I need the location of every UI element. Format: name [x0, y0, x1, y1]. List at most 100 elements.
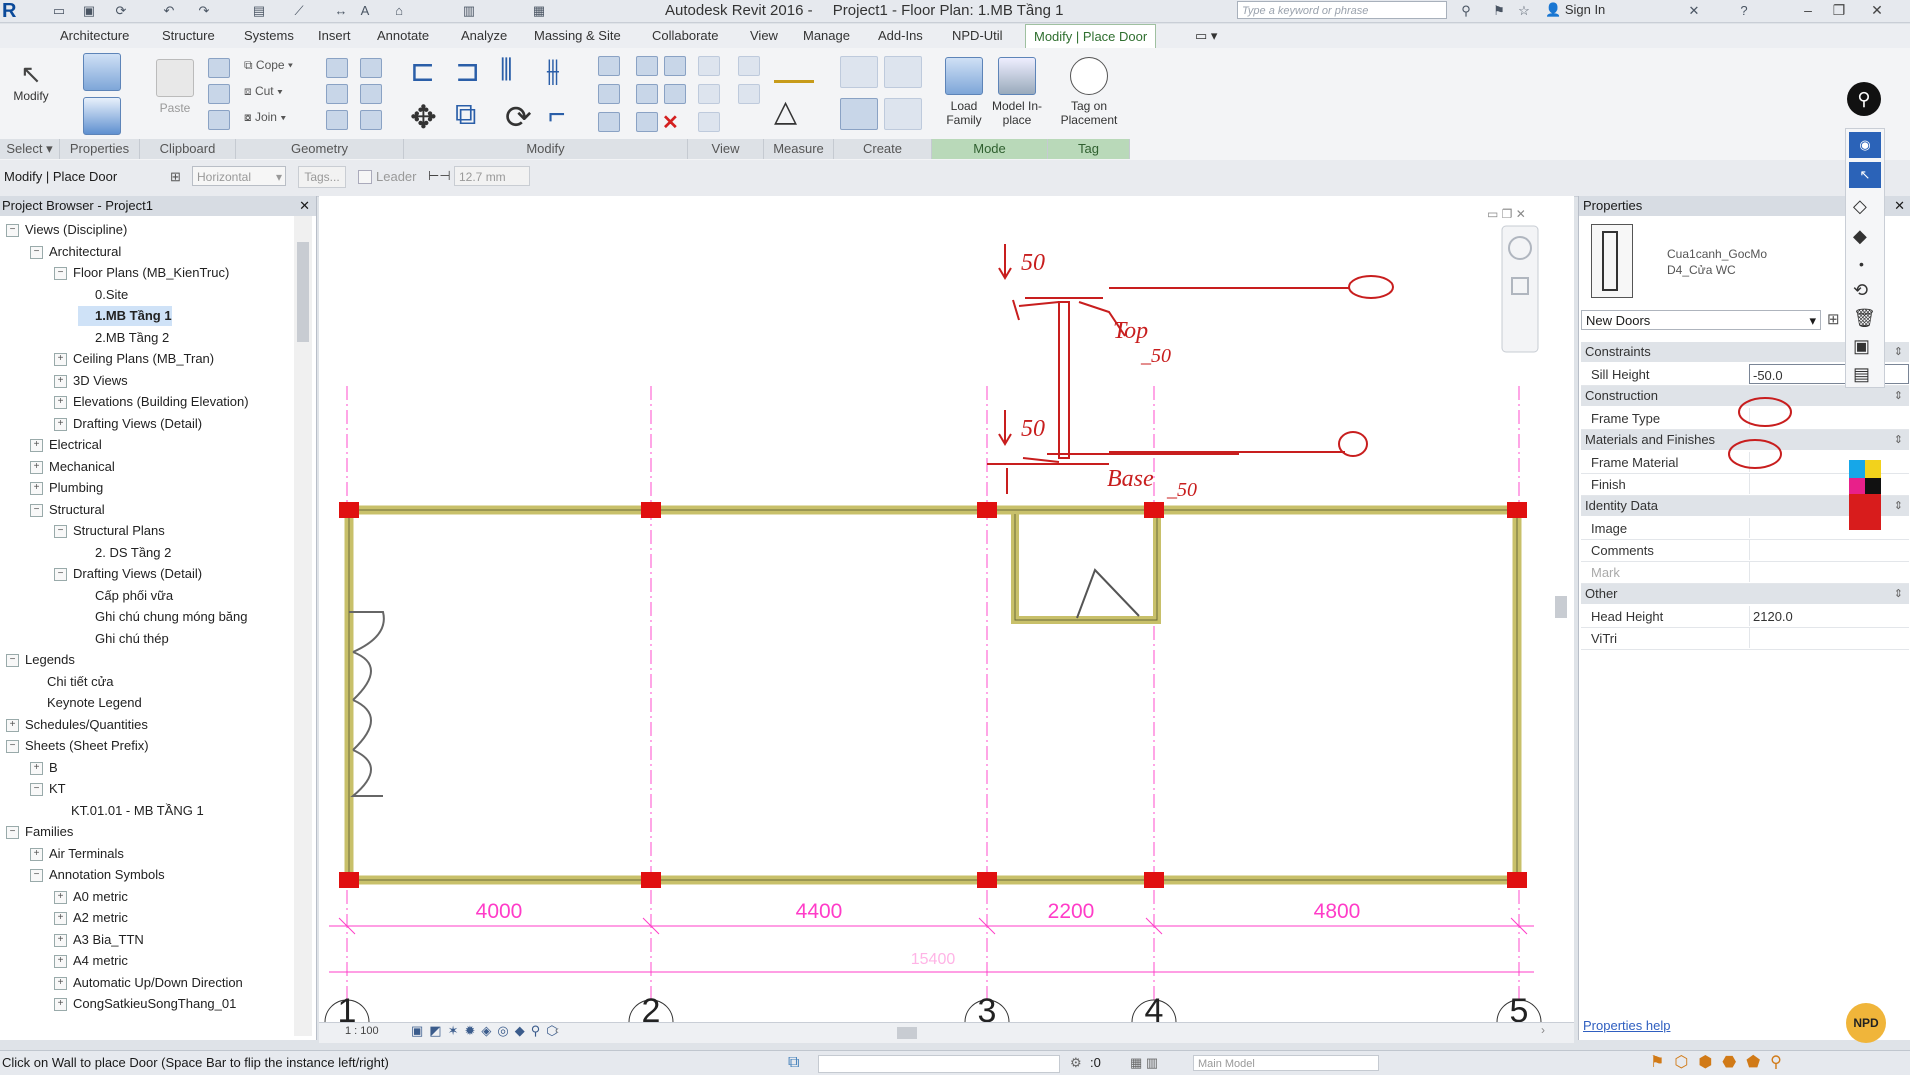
tab-analyze[interactable]: Analyze	[461, 24, 507, 48]
switch-windows-icon[interactable]: ▦	[530, 3, 548, 19]
tree-item[interactable]: − Views (Discipline)	[6, 220, 127, 240]
tab-systems[interactable]: Systems	[244, 24, 294, 48]
tree-item[interactable]: Ghi chú chung móng băng	[78, 607, 248, 627]
collapse-icon[interactable]: −	[6, 224, 19, 238]
expand-icon[interactable]: +	[54, 396, 67, 410]
tree-item[interactable]: + Mechanical	[30, 457, 115, 477]
cope-button[interactable]: ⧉ Cope ▾	[244, 58, 293, 73]
type-properties-button[interactable]	[78, 52, 126, 96]
3d-view-icon[interactable]: ⌂	[390, 3, 408, 19]
collapse-icon[interactable]: −	[30, 245, 43, 259]
tab-architecture[interactable]: Architecture	[60, 24, 129, 48]
tree-item[interactable]: Keynote Legend	[30, 693, 142, 713]
tags-button[interactable]: Tags...	[298, 166, 346, 188]
design-options-icon[interactable]: ▦ ▥	[1130, 1051, 1158, 1075]
column-2a[interactable]	[641, 502, 661, 518]
undo-icon[interactable]: ↶	[160, 3, 178, 19]
workset-select[interactable]	[818, 1055, 1060, 1073]
tree-item[interactable]: + Electrical	[30, 435, 102, 455]
column-3b[interactable]	[977, 872, 997, 888]
dimension-label-4800[interactable]: 4800	[1314, 900, 1361, 923]
property-value-field[interactable]	[1749, 628, 1909, 648]
grid-label-1[interactable]: 1	[338, 992, 357, 1022]
collapse-icon[interactable]: ⇕	[1894, 496, 1903, 516]
design-option-select[interactable]: Main Model	[1193, 1055, 1379, 1071]
tree-item[interactable]: − Sheets (Sheet Prefix)	[6, 736, 149, 756]
tree-item[interactable]: − Annotation Symbols	[30, 865, 165, 885]
leader-length-input[interactable]: 12.7 mm	[454, 166, 530, 186]
expand-icon[interactable]: +	[54, 912, 67, 926]
restore-icon[interactable]: ❐	[1828, 0, 1850, 20]
collapse-icon[interactable]: −	[54, 568, 67, 582]
tree-item[interactable]: + Plumbing	[30, 478, 103, 498]
color-palette-icon[interactable]	[1849, 460, 1881, 530]
expand-icon[interactable]: +	[30, 439, 43, 453]
collapse-icon[interactable]: −	[6, 654, 19, 668]
property-value-field[interactable]	[1749, 540, 1909, 560]
demolish-icon[interactable]	[326, 110, 348, 130]
view-control-icons[interactable]: ▣◩✶✹◈◎◆⚲⬡	[411, 1023, 564, 1039]
offset-icon[interactable]: ⊐	[455, 54, 480, 89]
expand-icon[interactable]: +	[30, 460, 43, 474]
selection-filter-icons[interactable]: ⚑⬡⬢⬣⬟⚲	[1650, 1051, 1792, 1075]
expand-icon[interactable]: +	[30, 761, 43, 775]
properties-help-link[interactable]: Properties help	[1583, 1018, 1670, 1033]
measure-icon[interactable]: ⟋	[290, 3, 308, 19]
pin-icon[interactable]	[664, 84, 686, 104]
tree-item[interactable]: + Schedules/Quantities	[6, 715, 148, 735]
expand-icon[interactable]: +	[54, 955, 67, 969]
help-icon[interactable]: ?	[1735, 3, 1753, 19]
dimension-label-2200[interactable]: 2200	[1048, 900, 1095, 923]
text-icon[interactable]: A	[356, 3, 374, 19]
cut-button[interactable]: ⧈ Cut ▾	[244, 84, 283, 99]
collapse-icon[interactable]: −	[54, 267, 67, 281]
select-arrow-icon[interactable]: ↖	[1849, 162, 1881, 188]
property-value-field[interactable]	[1749, 562, 1909, 582]
minimize-icon[interactable]: –	[1797, 0, 1819, 20]
dimension-label-4400[interactable]: 4400	[796, 900, 843, 923]
column-5a[interactable]	[1507, 502, 1527, 518]
tab-structure[interactable]: Structure	[162, 24, 215, 48]
tree-item[interactable]: 2.MB Tầng 2	[78, 328, 169, 348]
collapse-icon[interactable]: −	[6, 826, 19, 840]
tab-add-ins[interactable]: Add-Ins	[878, 24, 923, 48]
floor-plan-svg[interactable]: 4000 4400 2200 4800 15400 1 2 3 4 5 50 T…	[319, 196, 1574, 1022]
tree-item[interactable]: − KT	[30, 779, 66, 799]
dot-icon[interactable]: •	[1859, 256, 1864, 272]
orientation-select[interactable]: Horizontal ▾	[192, 166, 286, 186]
array-icon[interactable]	[598, 84, 620, 104]
tree-item[interactable]: + Automatic Up/Down Direction	[54, 973, 243, 993]
align-icon[interactable]: ⊏	[410, 54, 435, 89]
favorites-icon[interactable]: ☆	[1515, 3, 1533, 19]
tree-item[interactable]: + B	[30, 758, 58, 778]
paint-icon[interactable]	[326, 84, 348, 104]
tree-item[interactable]: 0.Site	[78, 285, 128, 305]
camera-icon[interactable]: ▣	[1853, 336, 1870, 357]
tag-on-placement-button[interactable]: Tag on Placement	[1052, 56, 1126, 128]
match-properties-icon[interactable]	[208, 110, 230, 130]
scroll-left-icon[interactable]: ‹	[555, 1023, 559, 1037]
tree-item[interactable]: + Ceiling Plans (MB_Tran)	[54, 349, 214, 369]
split-gap-icon[interactable]	[636, 56, 658, 76]
tab-massing-site[interactable]: Massing & Site	[534, 24, 621, 48]
close-icon[interactable]: ✕	[299, 196, 310, 216]
drawing-canvas[interactable]: 4000 4400 2200 4800 15400 1 2 3 4 5 50 T…	[319, 196, 1574, 1040]
tree-item[interactable]: − Structural	[30, 500, 105, 520]
tab-annotate[interactable]: Annotate	[377, 24, 429, 48]
mirror-draw-icon[interactable]: ⫵	[546, 54, 560, 88]
exterior-wall[interactable]	[344, 505, 1522, 885]
remove-paint-icon[interactable]	[360, 84, 382, 104]
scale-icon[interactable]	[636, 84, 658, 104]
undo-arrow-icon[interactable]: ⟲	[1853, 280, 1868, 301]
expand-icon[interactable]: +	[54, 976, 67, 990]
subscription-icon[interactable]: ⚑	[1490, 3, 1508, 19]
expand-icon[interactable]: +	[54, 890, 67, 904]
aligned-dimension-icon[interactable]: △	[774, 94, 797, 129]
collapse-icon[interactable]: ⇕	[1894, 584, 1903, 604]
tree-item[interactable]: 1.MB Tầng 1	[78, 306, 172, 326]
eye-icon[interactable]: ◉	[1849, 132, 1881, 158]
panel-select[interactable]: Select ▾	[0, 139, 60, 159]
tree-item[interactable]: Ghi chú thép	[78, 629, 169, 649]
column-5b[interactable]	[1507, 872, 1527, 888]
view-edit-icon[interactable]	[698, 112, 720, 132]
